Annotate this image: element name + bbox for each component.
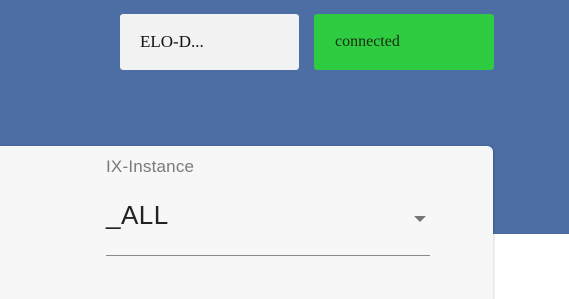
- chevron-down-icon[interactable]: [412, 214, 428, 224]
- ix-instance-label: IX-Instance: [106, 157, 195, 176]
- ix-instance-value: _ALL: [106, 200, 169, 230]
- system-name: ELO-D...: [140, 32, 204, 51]
- page: ELO-D... connected IX-Instance _ALL: [0, 0, 569, 299]
- ix-instance-select[interactable]: _ALL: [106, 192, 430, 256]
- system-selector-button[interactable]: ELO-D...: [120, 14, 299, 70]
- instance-card: IX-Instance _ALL: [0, 146, 493, 299]
- connection-status-badge: connected: [314, 14, 494, 70]
- connection-status-text: connected: [335, 33, 400, 50]
